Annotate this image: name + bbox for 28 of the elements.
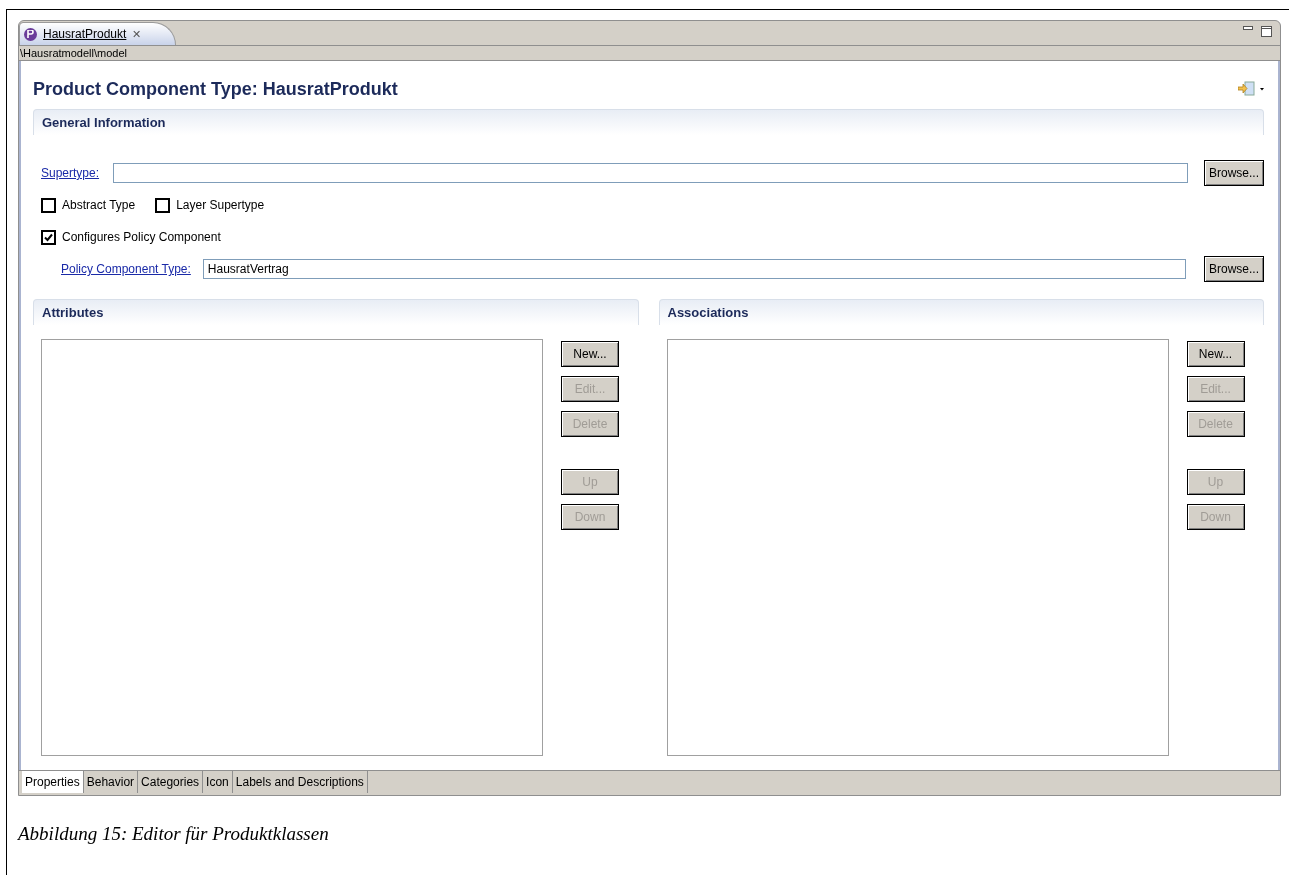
section-title: Associations (667, 305, 749, 320)
close-icon[interactable]: ✕ (132, 27, 142, 41)
page-tab[interactable]: Properties (22, 771, 84, 793)
export-icon[interactable] (1238, 81, 1264, 97)
browse-button[interactable]: Browse... (1204, 256, 1264, 282)
policy-type-field[interactable]: HausratVertrag (202, 259, 1186, 279)
action-button[interactable]: New... (561, 341, 619, 367)
section-title: General Information (42, 115, 166, 130)
browse-button[interactable]: Browse... (1204, 160, 1264, 186)
action-button[interactable]: New... (1186, 341, 1245, 367)
policy-type-link[interactable]: Policy Component Type: (61, 262, 191, 276)
checkbox-label: Configures Policy Component (62, 230, 221, 244)
maximize-icon[interactable] (1261, 26, 1272, 37)
checkbox-label: Abstract Type (62, 198, 136, 212)
checkbox[interactable] (41, 229, 56, 245)
checkbox[interactable] (41, 197, 56, 213)
product-icon (24, 27, 37, 41)
minimize-icon[interactable] (1243, 26, 1253, 30)
figure-caption: Abbildung 15: Editor für Produktklassen (18, 823, 330, 845)
editor-tab[interactable]: HausratProdukt ✕ (19, 22, 177, 45)
section-title: Attributes (42, 305, 104, 320)
editor-title: Product Component Type: HausratProdukt (33, 78, 398, 100)
checkbox[interactable] (155, 197, 171, 213)
page-tab[interactable]: Categories (138, 771, 204, 793)
tab-label: HausratProdukt (43, 27, 127, 41)
checkbox-label: Layer Supertype (176, 198, 265, 212)
supertype-link[interactable]: Supertype: (41, 166, 100, 180)
supertype-field[interactable] (113, 163, 1188, 183)
